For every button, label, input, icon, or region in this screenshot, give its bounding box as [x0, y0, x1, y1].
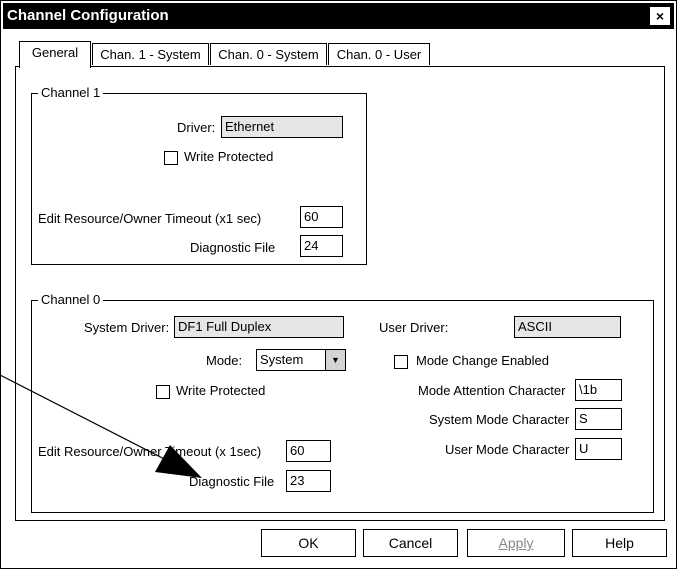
callout-arrow-line — [0, 374, 181, 468]
callout-arrow-head — [155, 445, 202, 478]
tab-general[interactable]: General — [19, 41, 91, 68]
callout-arrow — [0, 374, 202, 478]
